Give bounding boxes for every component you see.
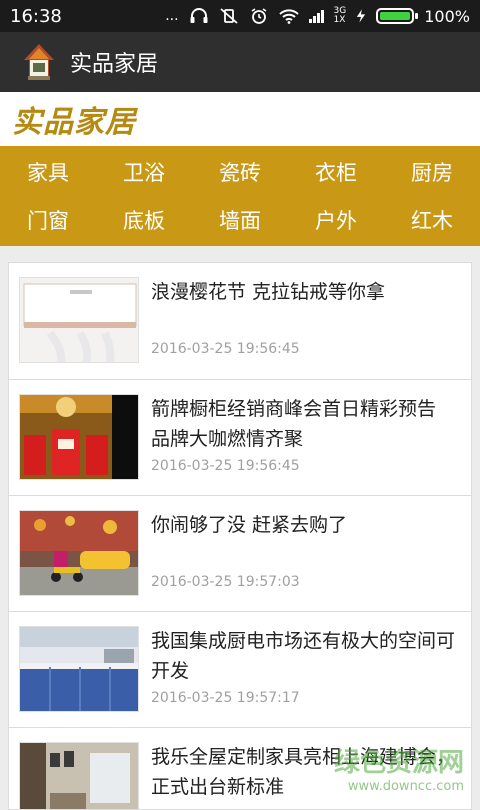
news-date: 2016-03-25 19:56:45 — [151, 341, 461, 357]
news-date: 2016-03-25 19:56:45 — [151, 458, 461, 474]
category-cizhuan[interactable]: 瓷砖 — [219, 157, 261, 187]
news-thumbnail-street — [19, 510, 139, 596]
range-hood-image — [20, 278, 139, 363]
status-time: 16:38 — [10, 6, 62, 27]
battery-percent: 100% — [424, 7, 470, 26]
category-yigui[interactable]: 衣柜 — [315, 157, 357, 187]
category-grid: 家具 卫浴 瓷砖 衣柜 厨房 门窗 底板 墙面 户外 红木 — [0, 146, 480, 246]
more-dots-icon: ... — [165, 8, 178, 24]
signal-icon — [309, 10, 324, 23]
category-diban[interactable]: 底板 — [123, 205, 165, 235]
news-date: 2016-03-25 19:57:03 — [151, 574, 461, 590]
watermark: 绿色资源网 www.downcc.com — [334, 742, 464, 794]
battery-icon — [376, 8, 414, 24]
network-type: 3G 1X — [334, 7, 347, 25]
app-bar: 实品家居 — [0, 32, 480, 92]
app-logo-icon[interactable] — [22, 42, 56, 82]
headset-icon — [189, 8, 209, 24]
charging-icon — [356, 8, 366, 24]
brand-header: 实品家居 — [0, 92, 480, 146]
category-jiaju[interactable]: 家具 — [27, 157, 69, 187]
vibrate-off-icon — [219, 8, 239, 24]
street-scooter-image — [20, 511, 139, 596]
news-body: 我国集成厨电市场还有极大的空间可开发 2016-03-25 19:57:17 — [151, 626, 461, 727]
news-title[interactable]: 你闹够了没 赶紧去购了 — [151, 510, 461, 570]
kitchen-image — [20, 627, 139, 712]
news-thumbnail-range-hood — [19, 277, 139, 363]
status-bar: 16:38 ... 3G 1X 100% — [0, 0, 480, 32]
brand-title: 实品家居 — [12, 97, 136, 141]
news-item[interactable]: 箭牌橱柜经销商峰会首日精彩预告 品牌大咖燃情齐聚 2016-03-25 19:5… — [9, 379, 471, 495]
category-weiyu[interactable]: 卫浴 — [123, 157, 165, 187]
watermark-url: www.downcc.com — [334, 779, 464, 794]
watermark-title: 绿色资源网 — [334, 742, 464, 779]
news-body: 浪漫樱花节 克拉钻戒等你拿 2016-03-25 19:56:45 — [151, 277, 461, 379]
news-item[interactable]: 你闹够了没 赶紧去购了 2016-03-25 19:57:03 — [9, 495, 471, 611]
battery-fill — [380, 12, 410, 20]
news-body: 箭牌橱柜经销商峰会首日精彩预告 品牌大咖燃情齐聚 2016-03-25 19:5… — [151, 394, 461, 495]
news-thumbnail-kitchen — [19, 626, 139, 712]
wifi-icon — [279, 8, 299, 24]
network-sub-label: 1X — [334, 16, 347, 25]
summit-stage-image — [20, 395, 139, 480]
category-qiangmian[interactable]: 墙面 — [219, 205, 261, 235]
news-date: 2016-03-25 19:57:17 — [151, 690, 461, 706]
category-hongmu[interactable]: 红木 — [411, 205, 453, 235]
news-title[interactable]: 箭牌橱柜经销商峰会首日精彩预告 品牌大咖燃情齐聚 — [151, 394, 461, 454]
news-item[interactable]: 我国集成厨电市场还有极大的空间可开发 2016-03-25 19:57:17 — [9, 611, 471, 727]
news-title[interactable]: 我国集成厨电市场还有极大的空间可开发 — [151, 626, 461, 686]
category-huwai[interactable]: 户外 — [315, 205, 357, 235]
category-chufang[interactable]: 厨房 — [411, 157, 453, 187]
news-list: 浪漫樱花节 克拉钻戒等你拿 2016-03-25 19:56:45 箭牌橱柜经销… — [8, 262, 472, 810]
alarm-icon — [249, 8, 269, 24]
news-item[interactable]: 浪漫樱花节 克拉钻戒等你拿 2016-03-25 19:56:45 — [9, 263, 471, 379]
app-title: 实品家居 — [70, 46, 158, 78]
status-icons: ... 3G 1X 100% — [165, 7, 470, 26]
news-title[interactable]: 浪漫樱花节 克拉钻戒等你拿 — [151, 277, 461, 337]
news-body: 你闹够了没 赶紧去购了 2016-03-25 19:57:03 — [151, 510, 461, 611]
category-menchuang[interactable]: 门窗 — [27, 205, 69, 235]
news-thumbnail-summit — [19, 394, 139, 480]
